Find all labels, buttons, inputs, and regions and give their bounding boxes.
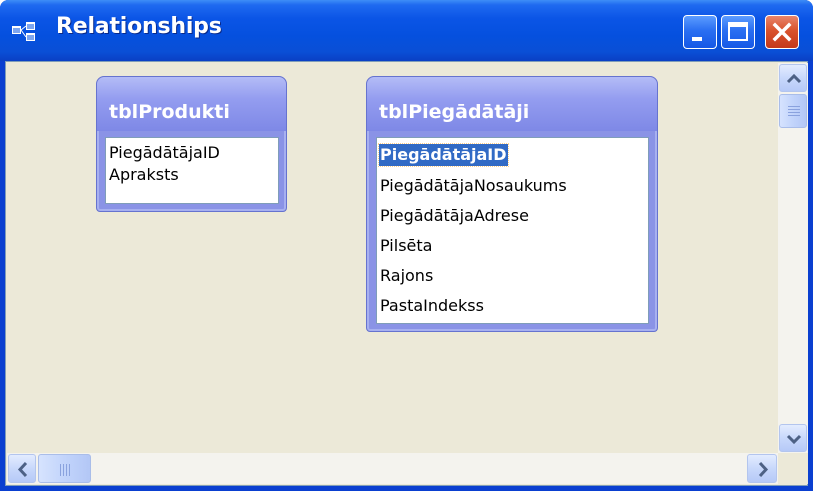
scroll-up-icon	[786, 73, 802, 84]
table-window-tblprodukti[interactable]: tblProdukti PiegādātājaID Apraksts	[96, 76, 287, 212]
maximize-button[interactable]	[721, 15, 755, 49]
vertical-scroll-thumb[interactable]	[779, 94, 807, 128]
scroll-right-button[interactable]	[747, 454, 777, 483]
scroll-down-button[interactable]	[779, 424, 807, 452]
field-item[interactable]: PastaIndekss	[379, 295, 485, 317]
field-list[interactable]: PiegādātājaID Apraksts	[105, 137, 279, 204]
scroll-up-button[interactable]	[779, 64, 807, 92]
table-window-tblpiegadataji[interactable]: tblPiegādātāji PiegādātājaID Piegādātāja…	[366, 76, 658, 332]
field-item[interactable]: Apraksts	[108, 164, 180, 186]
minimize-icon	[692, 37, 702, 41]
grip-line	[60, 464, 61, 476]
field-item[interactable]: PiegādātājaAdrese	[379, 205, 530, 227]
scroll-left-icon	[17, 461, 28, 478]
grip-line	[788, 115, 800, 116]
grip-line	[788, 109, 800, 110]
scroll-right-icon	[758, 461, 769, 478]
title-bar[interactable]: Relationships	[0, 0, 813, 61]
grip-line	[69, 464, 70, 476]
field-item[interactable]: PiegādātājaNosaukums	[379, 175, 568, 197]
horizontal-scroll-thumb[interactable]	[38, 454, 91, 483]
table-name: tblPiegādātāji	[379, 101, 530, 123]
window-title: Relationships	[56, 14, 222, 39]
table-header[interactable]: tblPiegādātāji	[367, 77, 657, 131]
maximize-icon	[728, 22, 748, 41]
minimize-button[interactable]	[683, 15, 717, 49]
relationships-window: Relationships tblProdukti PiegādātājaID	[0, 0, 813, 491]
field-list[interactable]: PiegādātājaID PiegādātājaNosaukums Piegā…	[376, 137, 649, 324]
field-item[interactable]: Pilsēta	[379, 235, 433, 257]
grip-line	[788, 106, 800, 107]
table-header[interactable]: tblProdukti	[97, 77, 286, 131]
field-item[interactable]: PiegādātājaID	[108, 142, 221, 164]
close-button[interactable]	[765, 15, 799, 49]
grip-line	[66, 464, 67, 476]
scroll-down-icon	[786, 434, 802, 445]
scroll-left-button[interactable]	[8, 454, 36, 483]
field-item-selected[interactable]: PiegādātājaID	[378, 143, 509, 167]
grip-line	[788, 112, 800, 113]
horizontal-scrollbar[interactable]	[7, 453, 778, 484]
vertical-scrollbar[interactable]	[778, 63, 808, 453]
grip-line	[63, 464, 64, 476]
table-name: tblProdukti	[109, 101, 230, 123]
field-item[interactable]: Rajons	[379, 265, 434, 287]
size-grip-corner	[778, 453, 808, 484]
relationships-icon[interactable]	[12, 22, 42, 42]
close-icon	[772, 22, 792, 42]
